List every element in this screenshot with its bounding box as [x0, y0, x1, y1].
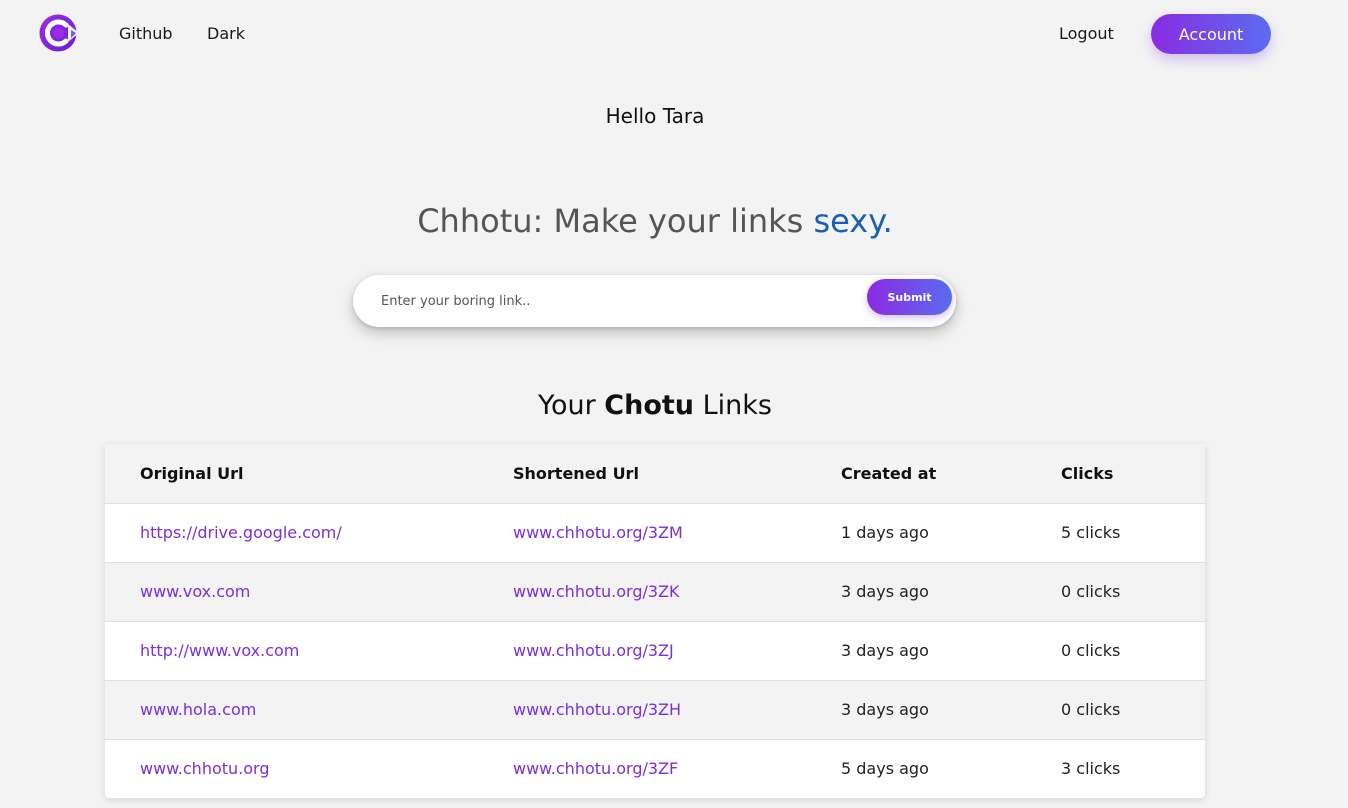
table-row: www.vox.com www.chhotu.org/3ZK 3 days ag… [105, 562, 1205, 622]
clicks-cell: 0 clicks [1061, 680, 1205, 740]
table-row: http://www.vox.com www.chhotu.org/3ZJ 3 … [105, 621, 1205, 681]
created-at-cell: 3 days ago [841, 680, 1061, 740]
logout-link[interactable]: Logout [1059, 24, 1114, 43]
links-title-bold: Chotu [604, 390, 694, 421]
table-row: https://drive.google.com/ www.chhotu.org… [105, 503, 1205, 563]
links-section-title: Your Chotu Links [0, 390, 1310, 421]
account-button[interactable]: Account [1151, 14, 1271, 54]
link-input[interactable] [381, 287, 851, 315]
greeting-text: Hello Tara [605, 104, 705, 128]
github-link[interactable]: Github [119, 24, 173, 43]
original-url-link[interactable]: http://www.vox.com [140, 641, 299, 660]
table-row: www.hola.com www.chhotu.org/3ZH 3 days a… [105, 680, 1205, 740]
original-url-link[interactable]: www.vox.com [140, 582, 250, 601]
submit-button[interactable]: Submit [867, 279, 952, 315]
created-at-cell: 3 days ago [841, 562, 1061, 622]
links-title-after: Links [694, 390, 772, 421]
chhotu-logo-icon[interactable] [38, 13, 80, 53]
created-at-cell: 1 days ago [841, 503, 1061, 563]
dark-mode-toggle[interactable]: Dark [207, 24, 245, 43]
shortened-url-link[interactable]: www.chhotu.org/3ZK [513, 582, 680, 601]
original-url-link[interactable]: https://drive.google.com/ [140, 523, 342, 542]
link-shortener-form: Submit [353, 275, 956, 327]
table-header-row: Original Url Shortened Url Created at Cl… [105, 444, 1205, 504]
created-at-cell: 3 days ago [841, 621, 1061, 681]
shortened-url-link[interactable]: www.chhotu.org/3ZM [513, 523, 683, 542]
hero-title-prefix: Chhotu: Make your links [417, 202, 814, 240]
clicks-cell: 3 clicks [1061, 759, 1121, 779]
header-created-at: Created at [841, 444, 1061, 504]
original-url-link[interactable]: www.chhotu.org [140, 759, 269, 778]
header-original-url: Original Url [105, 444, 513, 504]
table-row: www.chhotu.org www.chhotu.org/3ZF 5 days… [105, 739, 1205, 798]
clicks-cell: 0 clicks [1061, 621, 1205, 681]
links-table: Original Url Shortened Url Created at Cl… [105, 444, 1205, 798]
hero-title-accent: sexy. [813, 202, 893, 240]
header-shortened-url: Shortened Url [513, 444, 841, 504]
hero-title: Chhotu: Make your links sexy. [0, 202, 1310, 240]
original-url-link[interactable]: www.hola.com [140, 700, 256, 719]
shortened-url-link[interactable]: www.chhotu.org/3ZF [513, 759, 678, 778]
navbar: Github Dark Logout Account [0, 0, 1348, 68]
links-title-before: Your [538, 390, 605, 421]
header-clicks: Clicks [1061, 444, 1205, 504]
created-at-cell: 5 days ago [841, 759, 929, 779]
clicks-cell: 0 clicks [1061, 562, 1205, 622]
shortened-url-link[interactable]: www.chhotu.org/3ZH [513, 700, 681, 719]
shortened-url-link[interactable]: www.chhotu.org/3ZJ [513, 641, 674, 660]
clicks-cell: 5 clicks [1061, 503, 1205, 563]
